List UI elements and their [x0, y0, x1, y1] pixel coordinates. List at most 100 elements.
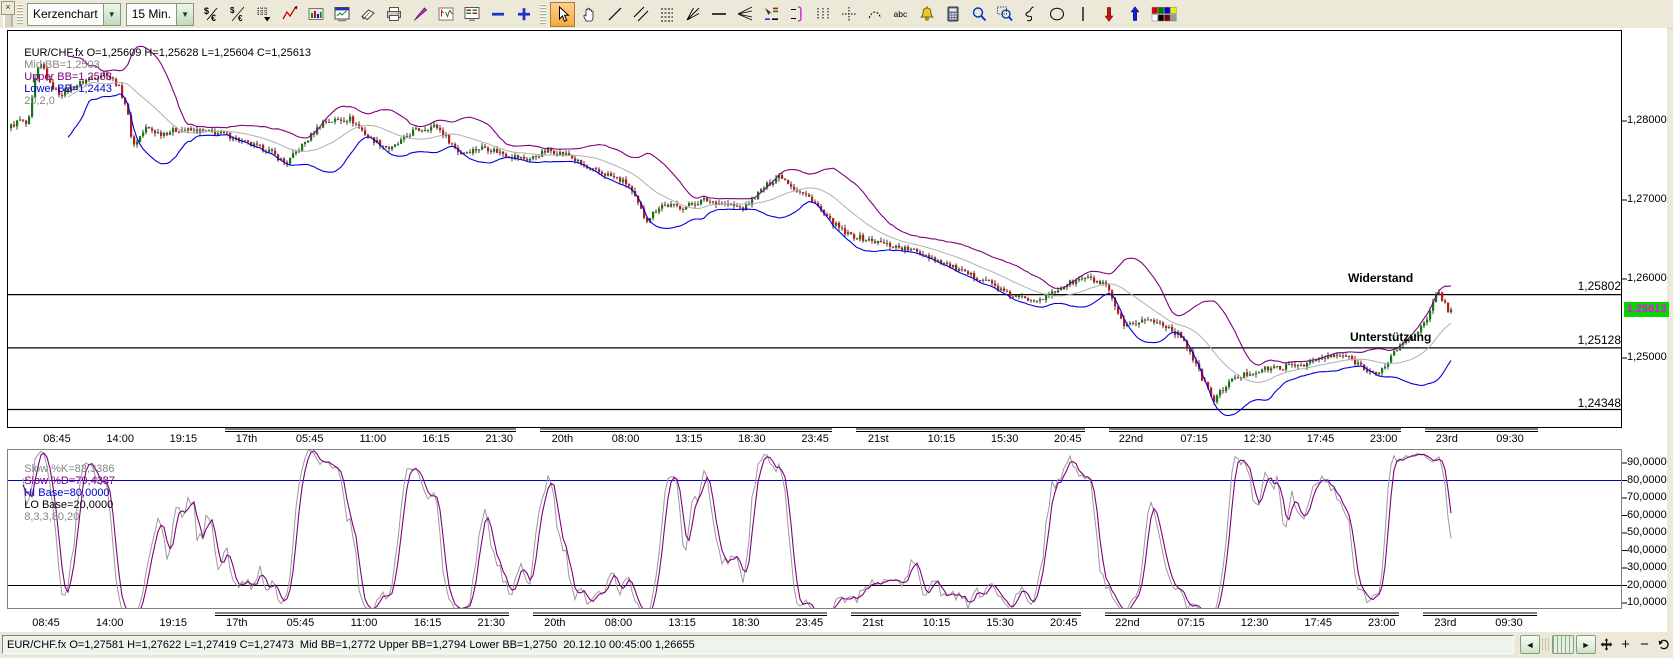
- svg-text:$: $: [204, 6, 209, 16]
- time-axis-label: 13:15: [654, 617, 710, 629]
- pan-hand-button[interactable]: [576, 2, 601, 27]
- time-axis-label: 21:30: [471, 433, 527, 445]
- eraser-button[interactable]: [355, 2, 380, 27]
- zoom-out-button[interactable]: −: [1636, 635, 1653, 654]
- select-cursor-button[interactable]: [550, 2, 575, 27]
- time-axis-label: 17th: [219, 433, 275, 445]
- scroll-track[interactable]: [1542, 638, 1550, 651]
- interval-select[interactable]: 15 Min. ▼: [126, 3, 194, 26]
- low-price-label: 1,24348: [1578, 396, 1621, 410]
- sell-arrow-button[interactable]: [1096, 2, 1121, 27]
- time-axis-label: 08:45: [18, 617, 74, 629]
- format-brush-button[interactable]: [407, 2, 432, 27]
- toolbar-grip[interactable]: [3, 15, 13, 27]
- speed-lines-button[interactable]: [732, 2, 757, 27]
- zoom-out-button[interactable]: [485, 2, 510, 27]
- currency-quote-icon: $€: [203, 5, 221, 23]
- toolbar: × Kerzenchart ▼ 15 Min. ▼ $€ $€ abc: [0, 0, 1673, 29]
- vgrid-icon: [814, 5, 832, 23]
- chart-type-value: Kerzenchart: [28, 4, 103, 25]
- chart-gallery-button[interactable]: [303, 2, 328, 27]
- price-axis-label: 1,25000: [1627, 351, 1667, 363]
- cycle-lines-button[interactable]: [784, 2, 809, 27]
- cursor-icon: [554, 5, 572, 23]
- close-icon[interactable]: ×: [1, 1, 15, 15]
- move-chart-button[interactable]: [1598, 635, 1615, 654]
- undo-button[interactable]: [1655, 635, 1672, 654]
- support-annotation[interactable]: Unterstützung: [1350, 330, 1431, 344]
- time-axis-label: 22nd: [1099, 617, 1155, 629]
- zoom-area-icon: [996, 5, 1014, 23]
- freehand-icon: [1022, 5, 1040, 23]
- watchlist-button[interactable]: [459, 2, 484, 27]
- chevron-down-icon[interactable]: ▼: [103, 4, 120, 25]
- minus-blue-icon: [489, 5, 507, 23]
- gann-fan-button[interactable]: [680, 2, 705, 27]
- grid-settings-button[interactable]: [251, 2, 276, 27]
- print-button[interactable]: [381, 2, 406, 27]
- time-axis-label: 15:30: [977, 433, 1033, 445]
- plus-blue-icon: [515, 5, 533, 23]
- mid-bb-readout: Mid BB=1,2503: [24, 59, 100, 71]
- vertical-line-button[interactable]: [1070, 2, 1095, 27]
- parallel-lines-button[interactable]: [628, 2, 653, 27]
- resistance-annotation[interactable]: Widerstand: [1348, 271, 1413, 285]
- time-axis-label: 17th: [209, 617, 265, 629]
- quote-currency-alt-button[interactable]: $€: [225, 2, 250, 27]
- toolbar-drag-handle[interactable]: [17, 4, 23, 24]
- time-axis-label: 19:15: [155, 433, 211, 445]
- horizontal-line-button[interactable]: [706, 2, 731, 27]
- stochastic-axis-label: 10,0000: [1627, 596, 1667, 608]
- chart-type-select[interactable]: Kerzenchart ▼: [27, 3, 121, 26]
- buy-arrow-button[interactable]: [1122, 2, 1147, 27]
- fibonacci-retracement-button[interactable]: [654, 2, 679, 27]
- magnify-area-button[interactable]: [992, 2, 1017, 27]
- price-axis-label: 1,26000: [1627, 272, 1667, 284]
- grid-options-icon: [255, 5, 273, 23]
- signals-chart-button[interactable]: [433, 2, 458, 27]
- quote-currency-button[interactable]: $€: [199, 2, 224, 27]
- trendline-button[interactable]: [602, 2, 627, 27]
- scroll-thumb[interactable]: [1552, 635, 1574, 654]
- time-axis-label: 21:30: [463, 617, 519, 629]
- calculator-button[interactable]: [940, 2, 965, 27]
- time-axis-label: 10:15: [913, 433, 969, 445]
- chart-template-button[interactable]: [329, 2, 354, 27]
- gann-fan-icon: [684, 5, 702, 23]
- arc-button[interactable]: [862, 2, 887, 27]
- time-axis-label: 09:30: [1482, 433, 1538, 445]
- currency-quote-alt-icon: $€: [229, 5, 247, 23]
- vertical-grid-button[interactable]: [810, 2, 835, 27]
- undo-arrow-icon: [1656, 637, 1671, 652]
- chart-screen-icon: [333, 5, 351, 23]
- hline-icon: [710, 5, 728, 23]
- time-axis-label: 13:15: [661, 433, 717, 445]
- ellipse-button[interactable]: [1044, 2, 1069, 27]
- stochastic-axis-label: 80,0000: [1627, 474, 1667, 486]
- scroll-right-button[interactable]: ►: [1576, 635, 1596, 654]
- scroll-left-button[interactable]: ◄: [1520, 635, 1540, 654]
- color-palette-button[interactable]: [1148, 2, 1180, 27]
- text-label-button[interactable]: abc: [888, 2, 913, 27]
- magnify-button[interactable]: [966, 2, 991, 27]
- chevron-down-icon[interactable]: ▼: [176, 4, 193, 25]
- freehand-draw-button[interactable]: [1018, 2, 1043, 27]
- parallel-lines-icon: [632, 5, 650, 23]
- time-axis-label: 14:00: [82, 617, 138, 629]
- arrow-up-blue-icon: [1126, 5, 1144, 23]
- indicator-zigzag-icon: [281, 5, 299, 23]
- indicator-button[interactable]: [277, 2, 302, 27]
- time-axis-label: 21st: [850, 433, 906, 445]
- support-price-label: 1,25128: [1578, 333, 1621, 347]
- alert-button[interactable]: [914, 2, 939, 27]
- time-axis-label: 07:15: [1163, 617, 1219, 629]
- crosshair-button[interactable]: [836, 2, 861, 27]
- regression-pointer-icon: [762, 5, 780, 23]
- regression-button[interactable]: [758, 2, 783, 27]
- stochastic-axis-label: 30,0000: [1627, 561, 1667, 573]
- chart-image-icon: [307, 5, 325, 23]
- time-axis-label: 14:00: [92, 433, 148, 445]
- zoom-in-button[interactable]: +: [1617, 635, 1634, 654]
- time-axis-label: 08:45: [29, 433, 85, 445]
- zoom-in-button[interactable]: [511, 2, 536, 27]
